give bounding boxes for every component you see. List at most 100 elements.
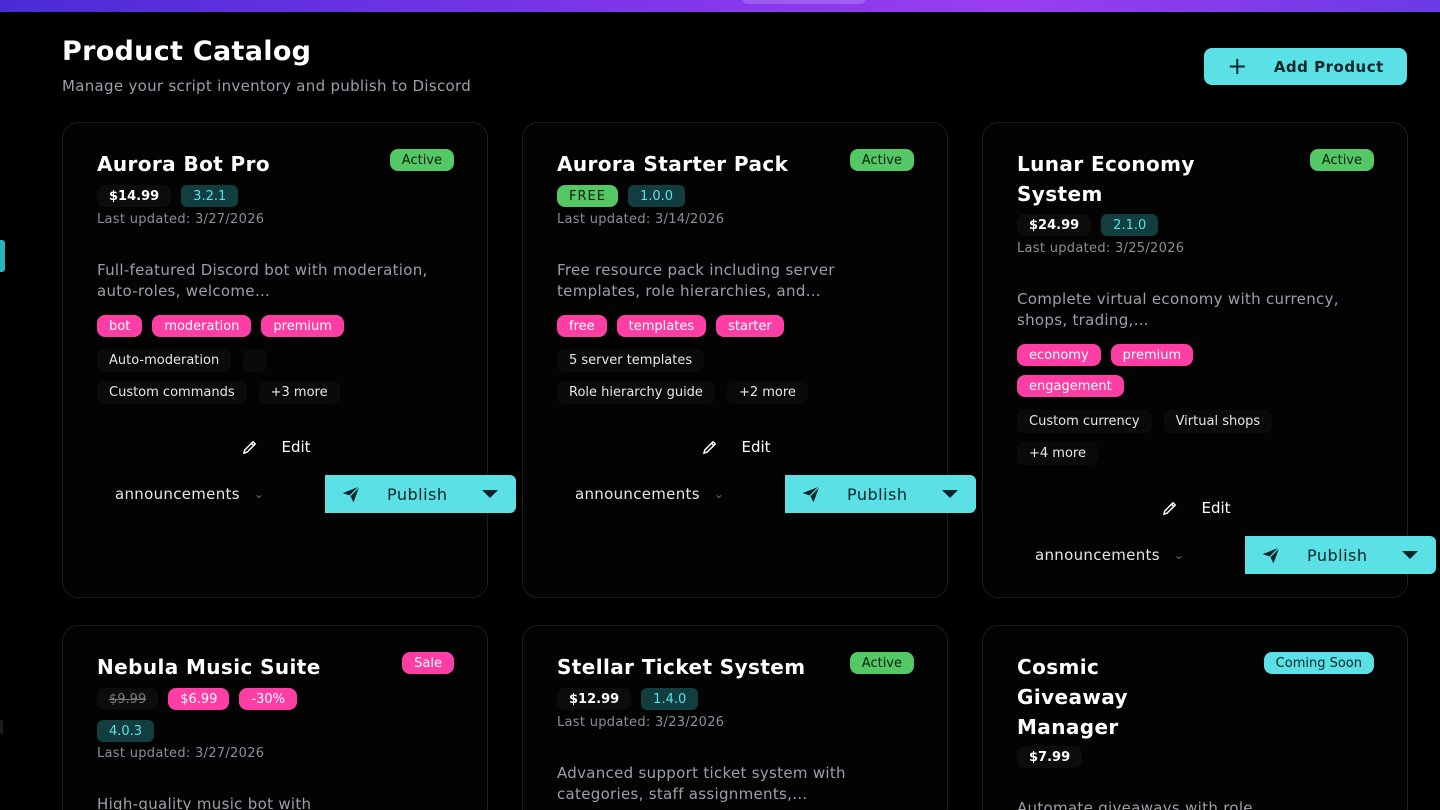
send-icon xyxy=(802,486,820,503)
edit-button[interactable]: Edit xyxy=(523,438,949,456)
chevron-down-icon: ⌄ xyxy=(253,487,265,501)
publish-label: Publish xyxy=(1307,545,1368,565)
tag-list: bot moderation premium xyxy=(97,315,427,337)
product-card: Stellar Ticket System Active $12.99 1.4.… xyxy=(522,625,948,810)
add-product-button[interactable]: + Add Product xyxy=(1204,48,1407,85)
version-badge: 2.1.0 xyxy=(1101,214,1159,236)
last-updated: Last updated: 3/27/2026 xyxy=(97,746,265,761)
chevron-down-icon: ⌄ xyxy=(1173,548,1185,562)
channel-name: announcements xyxy=(575,485,700,503)
feature-chip: Role hierarchy guide xyxy=(557,381,715,404)
version-badge: 3.2.1 xyxy=(181,185,239,207)
publish-button[interactable]: Publish xyxy=(785,475,976,513)
feature-spacer xyxy=(243,349,268,372)
status-badge: Active xyxy=(1309,149,1374,171)
publish-button[interactable]: Publish xyxy=(325,475,516,513)
page-title: Product Catalog xyxy=(62,36,312,67)
tag: starter xyxy=(716,315,784,337)
product-title: Aurora Bot Pro xyxy=(97,152,271,176)
status-badge: Coming Soon xyxy=(1263,652,1374,674)
product-description: Full-featured Discord bot with moderatio… xyxy=(97,261,428,300)
top-banner xyxy=(0,0,1440,12)
channel-select[interactable]: announcements ⌄ xyxy=(1035,536,1184,574)
send-icon xyxy=(342,486,360,503)
more-features-chip[interactable]: +2 more xyxy=(726,381,808,404)
banner-pill[interactable] xyxy=(742,0,866,4)
price-badge: $24.99 xyxy=(1017,214,1092,236)
edit-label: Edit xyxy=(281,438,311,456)
page-header: Product Catalog Manage your script inven… xyxy=(62,36,471,95)
caret-down-icon[interactable] xyxy=(942,490,958,498)
tag-list: economy premium engagement xyxy=(1017,344,1257,397)
price-badge: $7.99 xyxy=(1017,746,1083,768)
feature-chip: Custom commands xyxy=(97,381,247,404)
edit-button[interactable]: Edit xyxy=(63,438,489,456)
product-title: Nebula Music Suite xyxy=(97,655,321,679)
product-card: Cosmic Giveaway Manager Coming Soon $7.9… xyxy=(982,625,1408,810)
version-badge: 1.0.0 xyxy=(627,185,686,207)
product-title: Stellar Ticket System xyxy=(557,655,806,679)
edit-label: Edit xyxy=(741,438,771,456)
feature-chip: Virtual shops xyxy=(1163,410,1273,433)
channel-name: announcements xyxy=(115,485,240,503)
status-badge: Active xyxy=(849,149,914,171)
sidebar-edge xyxy=(0,720,3,734)
more-features-chip[interactable]: +4 more xyxy=(1017,442,1098,465)
tag: templates xyxy=(616,315,707,337)
channel-select[interactable]: announcements ⌄ xyxy=(115,475,264,513)
product-card: Lunar Economy System Active $24.99 2.1.0… xyxy=(982,122,1436,598)
pencil-icon xyxy=(243,440,257,455)
send-icon xyxy=(1262,547,1280,564)
product-card: Aurora Starter Pack Active FREE 1.0.0 La… xyxy=(522,122,976,598)
price-badge: $12.99 xyxy=(557,688,632,710)
publish-label: Publish xyxy=(387,484,448,504)
version-badge: 4.0.3 xyxy=(97,720,155,742)
edit-button[interactable]: Edit xyxy=(983,499,1409,517)
feature-list: Custom currency Virtual shops +4 more xyxy=(1017,410,1347,465)
caret-down-icon[interactable] xyxy=(1402,551,1418,559)
product-title: Lunar Economy System xyxy=(1017,152,1195,206)
tag: bot xyxy=(97,315,143,337)
channel-select[interactable]: announcements ⌄ xyxy=(575,475,724,513)
caret-down-icon[interactable] xyxy=(482,490,498,498)
last-updated: Last updated: 3/14/2026 xyxy=(557,212,725,227)
sidebar-active-indicator xyxy=(0,240,5,272)
status-badge: Active xyxy=(849,652,914,674)
tag: economy xyxy=(1017,344,1101,366)
publish-button[interactable]: Publish xyxy=(1245,536,1436,574)
plus-icon: + xyxy=(1227,51,1248,80)
product-card: Aurora Bot Pro Active $14.99 3.2.1 Last … xyxy=(62,122,516,598)
product-description: High-quality music bot with xyxy=(97,795,312,810)
product-description: Complete virtual economy with currency, … xyxy=(1017,290,1339,329)
tag: premium xyxy=(261,315,344,337)
version-badge: 1.4.0 xyxy=(641,688,699,710)
status-badge: Active xyxy=(389,149,454,171)
price-badge: FREE xyxy=(557,185,618,207)
original-price: $9.99 xyxy=(97,688,159,710)
pencil-icon xyxy=(1163,501,1177,516)
more-features-chip[interactable]: +3 more xyxy=(258,381,340,404)
feature-chip: Auto-moderation xyxy=(97,349,232,372)
product-card: Nebula Music Suite Sale $9.99 $6.99 -30%… xyxy=(62,625,488,810)
product-description: Free resource pack including server temp… xyxy=(557,261,835,300)
last-updated: Last updated: 3/25/2026 xyxy=(1017,241,1185,256)
add-product-label: Add Product xyxy=(1273,57,1384,76)
page-subtitle: Manage your script inventory and publish… xyxy=(62,77,472,95)
tag-list: free templates starter xyxy=(557,315,887,337)
tag: moderation xyxy=(152,315,252,337)
feature-list: Auto-moderation Custom commands +3 more xyxy=(97,349,397,404)
tag: free xyxy=(557,315,607,337)
chevron-down-icon: ⌄ xyxy=(713,487,725,501)
channel-name: announcements xyxy=(1035,546,1160,564)
status-badge: Sale xyxy=(402,652,454,674)
product-title: Cosmic Giveaway Manager xyxy=(1017,655,1128,739)
product-title: Aurora Starter Pack xyxy=(557,152,789,176)
sale-price: $6.99 xyxy=(168,688,230,710)
product-description: Automate giveaways with role xyxy=(1017,799,1253,810)
product-description: Advanced support ticket system with cate… xyxy=(557,764,846,803)
last-updated: Last updated: 3/23/2026 xyxy=(557,715,725,730)
edit-label: Edit xyxy=(1201,499,1231,517)
tag: premium xyxy=(1110,344,1194,366)
feature-chip: Custom currency xyxy=(1017,410,1152,433)
discount-badge: -30% xyxy=(239,688,298,710)
